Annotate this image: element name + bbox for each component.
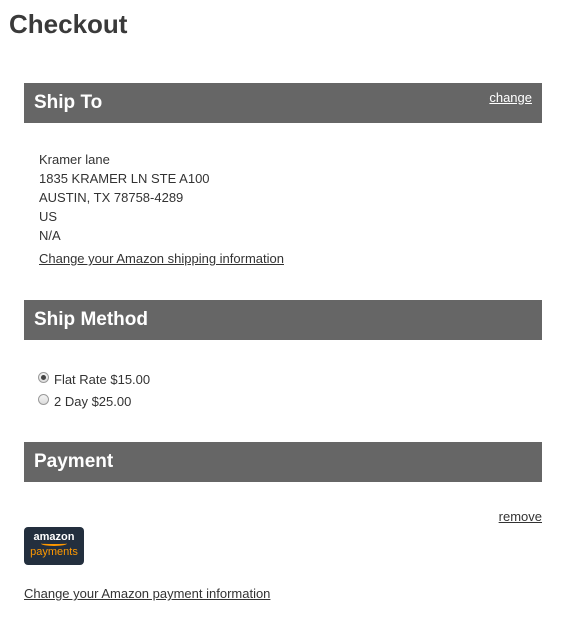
ship-method-header: Ship Method: [24, 300, 542, 340]
ship-to-header: Ship To change: [24, 83, 542, 123]
flat-rate-radio[interactable]: [38, 371, 49, 383]
change-amazon-payment-link[interactable]: Change your Amazon payment information: [24, 586, 270, 601]
remove-payment-link[interactable]: remove: [499, 509, 542, 524]
change-amazon-shipping-link[interactable]: Change your Amazon shipping information: [39, 251, 284, 266]
address-line-city: AUSTIN, TX 78758-4289: [39, 190, 184, 205]
ship-option-flat-rate[interactable]: Flat Rate $15.00: [38, 368, 150, 390]
payment-header: Payment: [24, 442, 542, 482]
ship-method-options: Flat Rate $15.00 2 Day $25.00: [38, 368, 150, 412]
amazon-logo-text: amazon: [33, 531, 75, 543]
address-line-phone: N/A: [39, 228, 61, 243]
amazon-payments-text: payments: [30, 546, 78, 558]
page-title: Checkout: [9, 9, 128, 39]
flat-rate-label: Flat Rate $15.00: [54, 371, 151, 387]
ship-option-2-day[interactable]: 2 Day $25.00: [38, 390, 150, 412]
ship-method-title: Ship Method: [34, 309, 148, 330]
address-line-name: Kramer lane: [39, 152, 110, 167]
amazon-payments-logo: amazon payments: [24, 527, 84, 565]
ship-to-title: Ship To: [34, 92, 103, 113]
two-day-label: 2 Day $25.00: [54, 393, 132, 409]
address-line-street: 1835 KRAMER LN STE A100: [39, 171, 210, 186]
payment-title: Payment: [34, 451, 114, 472]
two-day-radio[interactable]: [38, 393, 49, 405]
change-ship-to-link[interactable]: change: [489, 90, 532, 105]
shipping-address: Kramer lane 1835 KRAMER LN STE A100 AUST…: [39, 150, 210, 245]
address-line-country: US: [39, 209, 58, 224]
